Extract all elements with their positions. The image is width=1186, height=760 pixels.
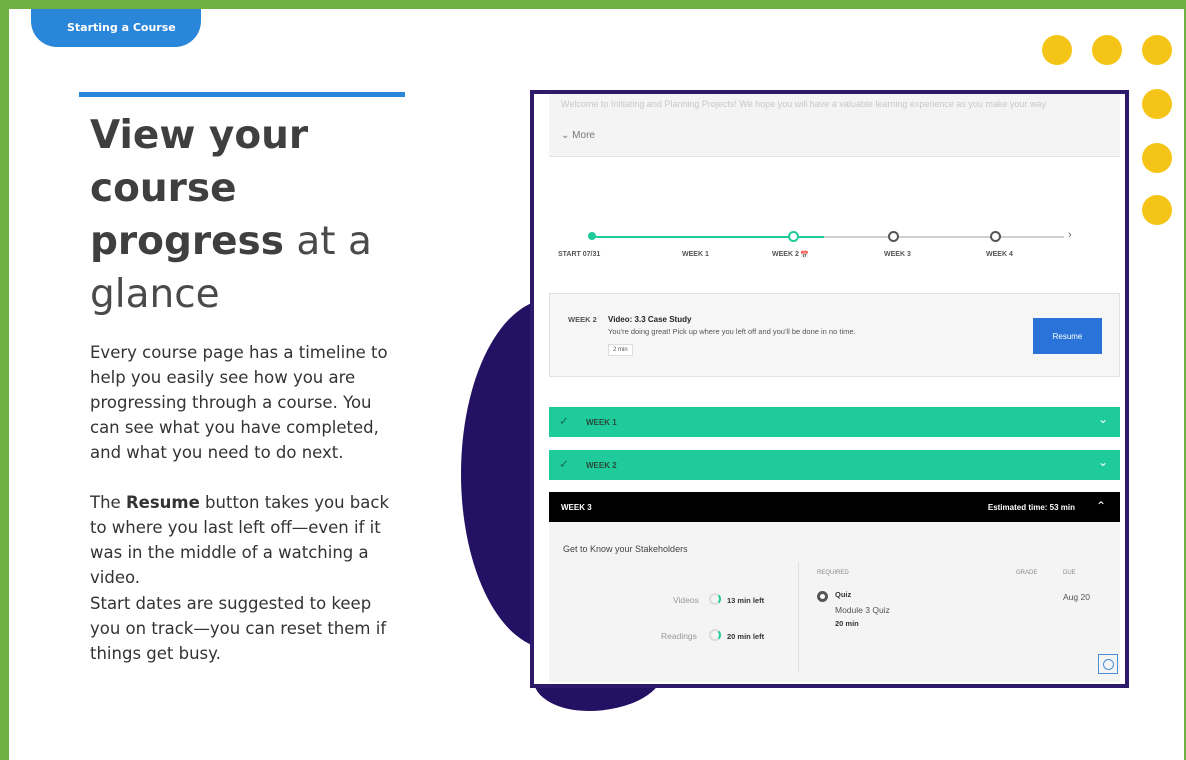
resume-card: WEEK 2 Video: 3.3 Case Study You're doin… <box>549 293 1120 377</box>
quiz-icon <box>817 591 828 602</box>
col-grade: GRADE <box>1016 570 1038 576</box>
title-line-3-bold: progress <box>90 219 284 264</box>
section-tag: Starting a Course <box>31 9 201 47</box>
resume-button[interactable]: Resume <box>1033 318 1102 354</box>
week-1-label: WEEK 1 <box>586 418 617 427</box>
estimated-time: Estimated time: 53 min <box>987 503 1075 512</box>
start-dates-paragraph: Start dates are suggested to keep you on… <box>90 594 387 663</box>
timeline-node-week4[interactable] <box>990 231 1001 242</box>
readings-progress-icon <box>709 629 721 641</box>
course-screenshot: Welcome to Initiating and Planning Proje… <box>530 90 1129 688</box>
quiz-time: 20 min <box>835 619 859 628</box>
title-line-1: View your <box>90 113 309 158</box>
resume-week: WEEK 2 <box>568 315 597 324</box>
decor-dot <box>1142 35 1172 65</box>
timeline-label-week1: WEEK 1 <box>682 251 709 258</box>
decor-dot <box>1142 89 1172 119</box>
help-icon-glyph <box>1102 658 1114 670</box>
col-required: REQUIRED <box>817 570 849 576</box>
timeline-track <box>824 236 1064 238</box>
videos-progress-icon <box>709 593 721 605</box>
check-icon: ✓ <box>559 457 570 471</box>
chevron-down-icon: ⌄ <box>561 130 570 141</box>
readings-label: Readings <box>661 631 697 641</box>
more-label: More <box>572 130 595 141</box>
week-3-label: WEEK 3 <box>561 503 592 512</box>
duration-badge: 2 min <box>608 344 633 356</box>
timeline-node-week3[interactable] <box>888 231 899 242</box>
chevron-down-icon: ⌄ <box>1097 455 1108 469</box>
timeline-paragraph: Every course page has a timeline to help… <box>90 343 388 462</box>
readings-time-left: 20 min left <box>727 632 765 641</box>
decor-dot <box>1092 35 1122 65</box>
section-title: Get to Know your Stakeholders <box>563 544 688 554</box>
timeline-label-start: START 07/31 <box>558 251 601 258</box>
col-due: DUE <box>1063 570 1076 576</box>
timeline-label-week4: WEEK 4 <box>986 251 1013 258</box>
quiz-name: Module 3 Quiz <box>835 605 890 615</box>
timeline-next-icon[interactable]: › <box>1068 229 1072 241</box>
week-3-content: Get to Know your Stakeholders Videos 13 … <box>549 522 1120 682</box>
more-toggle[interactable]: ⌄ More <box>561 130 595 141</box>
timeline-node-start <box>588 232 596 240</box>
resume-subtitle: You're doing great! Pick up where you le… <box>608 327 856 336</box>
resume-button-label: Resume <box>1052 331 1083 341</box>
heading-rule <box>79 92 405 97</box>
help-icon[interactable] <box>1098 654 1118 674</box>
chevron-up-icon: ⌃ <box>1095 499 1106 513</box>
quiz-title[interactable]: Quiz <box>835 590 851 599</box>
resume-paragraph: The Resume button takes you back to wher… <box>90 490 402 590</box>
timeline-node-week2[interactable] <box>788 231 799 242</box>
calendar-icon[interactable]: 📅 <box>800 251 809 259</box>
quiz-due-date: Aug 20 <box>1063 592 1090 602</box>
decor-dot <box>1142 143 1172 173</box>
slide: Starting a Course View your course progr… <box>9 9 1184 760</box>
title-line-2: course <box>90 166 237 211</box>
course-intro: Welcome to Initiating and Planning Proje… <box>549 94 1120 157</box>
week-1-bar[interactable]: ✓ WEEK 1 ⌄ <box>549 407 1120 437</box>
resume-paragraph-pre: The <box>90 493 126 512</box>
page-title: View your course progress at a glance <box>90 109 390 321</box>
timeline-label-week2: WEEK 2 <box>772 251 799 258</box>
resume-title: Video: 3.3 Case Study <box>608 315 692 324</box>
column-divider <box>798 562 799 672</box>
week-2-label: WEEK 2 <box>586 461 617 470</box>
timeline-label-week3: WEEK 3 <box>884 251 911 258</box>
videos-label: Videos <box>673 595 699 605</box>
title-line-3-light: at a <box>283 219 372 264</box>
week-3-header[interactable]: WEEK 3 Estimated time: 53 min ⌃ <box>549 492 1120 522</box>
week-2-bar[interactable]: ✓ WEEK 2 ⌄ <box>549 450 1120 480</box>
title-line-4: glance <box>90 272 220 317</box>
resume-paragraph-bold: Resume <box>125 493 200 512</box>
section-tag-label: Starting a Course <box>67 21 176 34</box>
chevron-down-icon: ⌄ <box>1097 412 1108 426</box>
videos-time-left: 13 min left <box>727 596 765 605</box>
intro-text: Welcome to Initiating and Planning Proje… <box>561 99 1046 109</box>
decor-dot <box>1142 195 1172 225</box>
decor-dot <box>1042 35 1072 65</box>
check-icon: ✓ <box>559 414 570 428</box>
